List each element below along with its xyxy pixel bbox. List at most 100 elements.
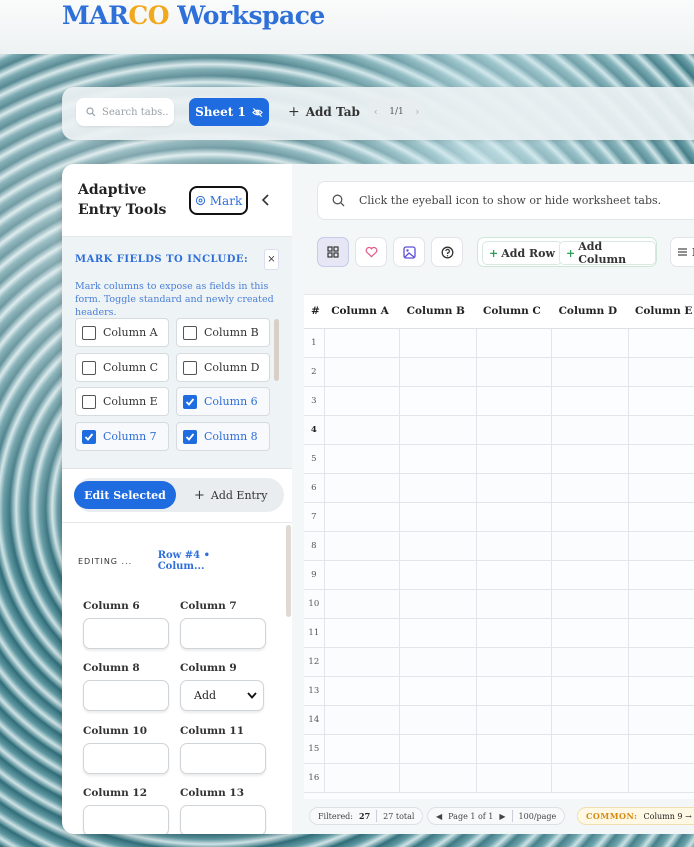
table-cell[interactable]	[551, 618, 629, 648]
table-cell[interactable]	[628, 415, 694, 445]
table-cell[interactable]	[476, 531, 553, 561]
table-cell[interactable]	[399, 647, 477, 677]
field-input[interactable]	[180, 743, 266, 774]
collapse-panel-button[interactable]	[255, 188, 275, 212]
table-cell[interactable]	[399, 473, 477, 503]
column-option-a[interactable]: Column A	[75, 318, 169, 347]
tab-search[interactable]	[76, 98, 174, 126]
edit-selected-button[interactable]: Edit Selected	[74, 481, 176, 509]
checkbox[interactable]	[183, 360, 197, 375]
table-cell[interactable]	[476, 328, 553, 358]
field-input[interactable]	[83, 805, 169, 834]
add-entry-button[interactable]: + Add Entry	[194, 481, 267, 509]
table-row[interactable]: 8	[304, 531, 694, 561]
table-cell[interactable]	[324, 444, 401, 474]
table-cell[interactable]	[476, 705, 553, 735]
table-row[interactable]: 4	[304, 415, 694, 445]
table-row[interactable]: 13	[304, 676, 694, 706]
table-cell[interactable]	[476, 444, 553, 474]
checkbox-checked[interactable]	[82, 429, 96, 444]
tab-search-input[interactable]	[102, 106, 168, 118]
table-cell[interactable]	[399, 589, 477, 619]
table-cell[interactable]	[628, 705, 694, 735]
field-input[interactable]	[180, 618, 266, 649]
table-cell[interactable]	[399, 444, 477, 474]
table-cell[interactable]	[628, 647, 694, 677]
table-cell[interactable]	[551, 473, 629, 503]
table-cell[interactable]	[324, 386, 401, 416]
table-cell[interactable]	[324, 647, 401, 677]
table-cell[interactable]	[628, 734, 694, 764]
table-cell[interactable]	[551, 386, 629, 416]
table-cell[interactable]	[399, 734, 477, 764]
add-tab-button[interactable]: + Add Tab	[288, 98, 360, 126]
table-cell[interactable]	[628, 328, 694, 358]
checkbox[interactable]	[183, 325, 197, 340]
table-cell[interactable]	[324, 676, 401, 706]
field-input[interactable]	[83, 743, 169, 774]
table-cell[interactable]	[476, 763, 553, 793]
mark-list-scrollbar[interactable]	[274, 319, 279, 381]
table-cell[interactable]	[551, 763, 629, 793]
table-row[interactable]: 5	[304, 444, 694, 474]
table-cell[interactable]	[476, 502, 553, 532]
table-cell[interactable]	[628, 473, 694, 503]
checkbox[interactable]	[82, 360, 96, 375]
checkbox[interactable]	[82, 325, 96, 340]
next-page-icon[interactable]: ▶	[499, 812, 505, 821]
table-cell[interactable]	[399, 618, 477, 648]
table-cell[interactable]	[551, 502, 629, 532]
table-cell[interactable]	[476, 589, 553, 619]
table-cell[interactable]	[324, 502, 401, 532]
table-cell[interactable]	[324, 560, 401, 590]
table-cell[interactable]	[551, 734, 629, 764]
table-row[interactable]: 11	[304, 618, 694, 648]
table-cell[interactable]	[628, 676, 694, 706]
table-cell[interactable]	[551, 647, 629, 677]
table-cell[interactable]	[324, 328, 401, 358]
table-row[interactable]: 14	[304, 705, 694, 735]
column-option-e[interactable]: Column E	[75, 387, 169, 416]
close-mark-button[interactable]: ×	[264, 249, 279, 270]
table-cell[interactable]	[551, 444, 629, 474]
table-cell[interactable]	[628, 502, 694, 532]
table-cell[interactable]	[628, 560, 694, 590]
field-input[interactable]	[83, 680, 169, 711]
table-cell[interactable]	[551, 589, 629, 619]
table-row[interactable]: 16	[304, 763, 694, 793]
chevron-right-icon[interactable]: ›	[415, 107, 419, 118]
edit-form-scrollbar[interactable]	[286, 525, 291, 617]
column-option-7[interactable]: Column 7	[75, 422, 169, 451]
table-cell[interactable]	[399, 531, 477, 561]
column-option-6[interactable]: Column 6	[176, 387, 270, 416]
tab-sheet-1[interactable]: Sheet 1	[189, 98, 269, 126]
table-cell[interactable]	[324, 734, 401, 764]
table-cell[interactable]	[399, 357, 477, 387]
table-cell[interactable]	[324, 357, 401, 387]
column-option-b[interactable]: Column B	[176, 318, 270, 347]
table-cell[interactable]	[551, 705, 629, 735]
table-cell[interactable]	[628, 531, 694, 561]
table-row[interactable]: 15	[304, 734, 694, 764]
table-row[interactable]: 10	[304, 589, 694, 619]
add-row-button[interactable]: + Add Row	[482, 241, 562, 265]
table-cell[interactable]	[476, 560, 553, 590]
table-cell[interactable]	[399, 676, 477, 706]
table-cell[interactable]	[628, 589, 694, 619]
checkbox[interactable]	[82, 394, 96, 409]
table-cell[interactable]	[476, 734, 553, 764]
table-cell[interactable]	[628, 386, 694, 416]
mark-button[interactable]: Mark	[189, 186, 248, 215]
table-row[interactable]: 6	[304, 473, 694, 503]
table-row[interactable]: 12	[304, 647, 694, 677]
field-select[interactable]: Add	[180, 680, 264, 711]
table-cell[interactable]	[324, 589, 401, 619]
table-cell[interactable]	[476, 415, 553, 445]
table-cell[interactable]	[324, 531, 401, 561]
table-row[interactable]: 1	[304, 328, 694, 358]
table-cell[interactable]	[399, 415, 477, 445]
column-option-8[interactable]: Column 8	[176, 422, 270, 451]
table-row[interactable]: 2	[304, 357, 694, 387]
table-cell[interactable]	[324, 618, 401, 648]
field-input[interactable]	[83, 618, 169, 649]
